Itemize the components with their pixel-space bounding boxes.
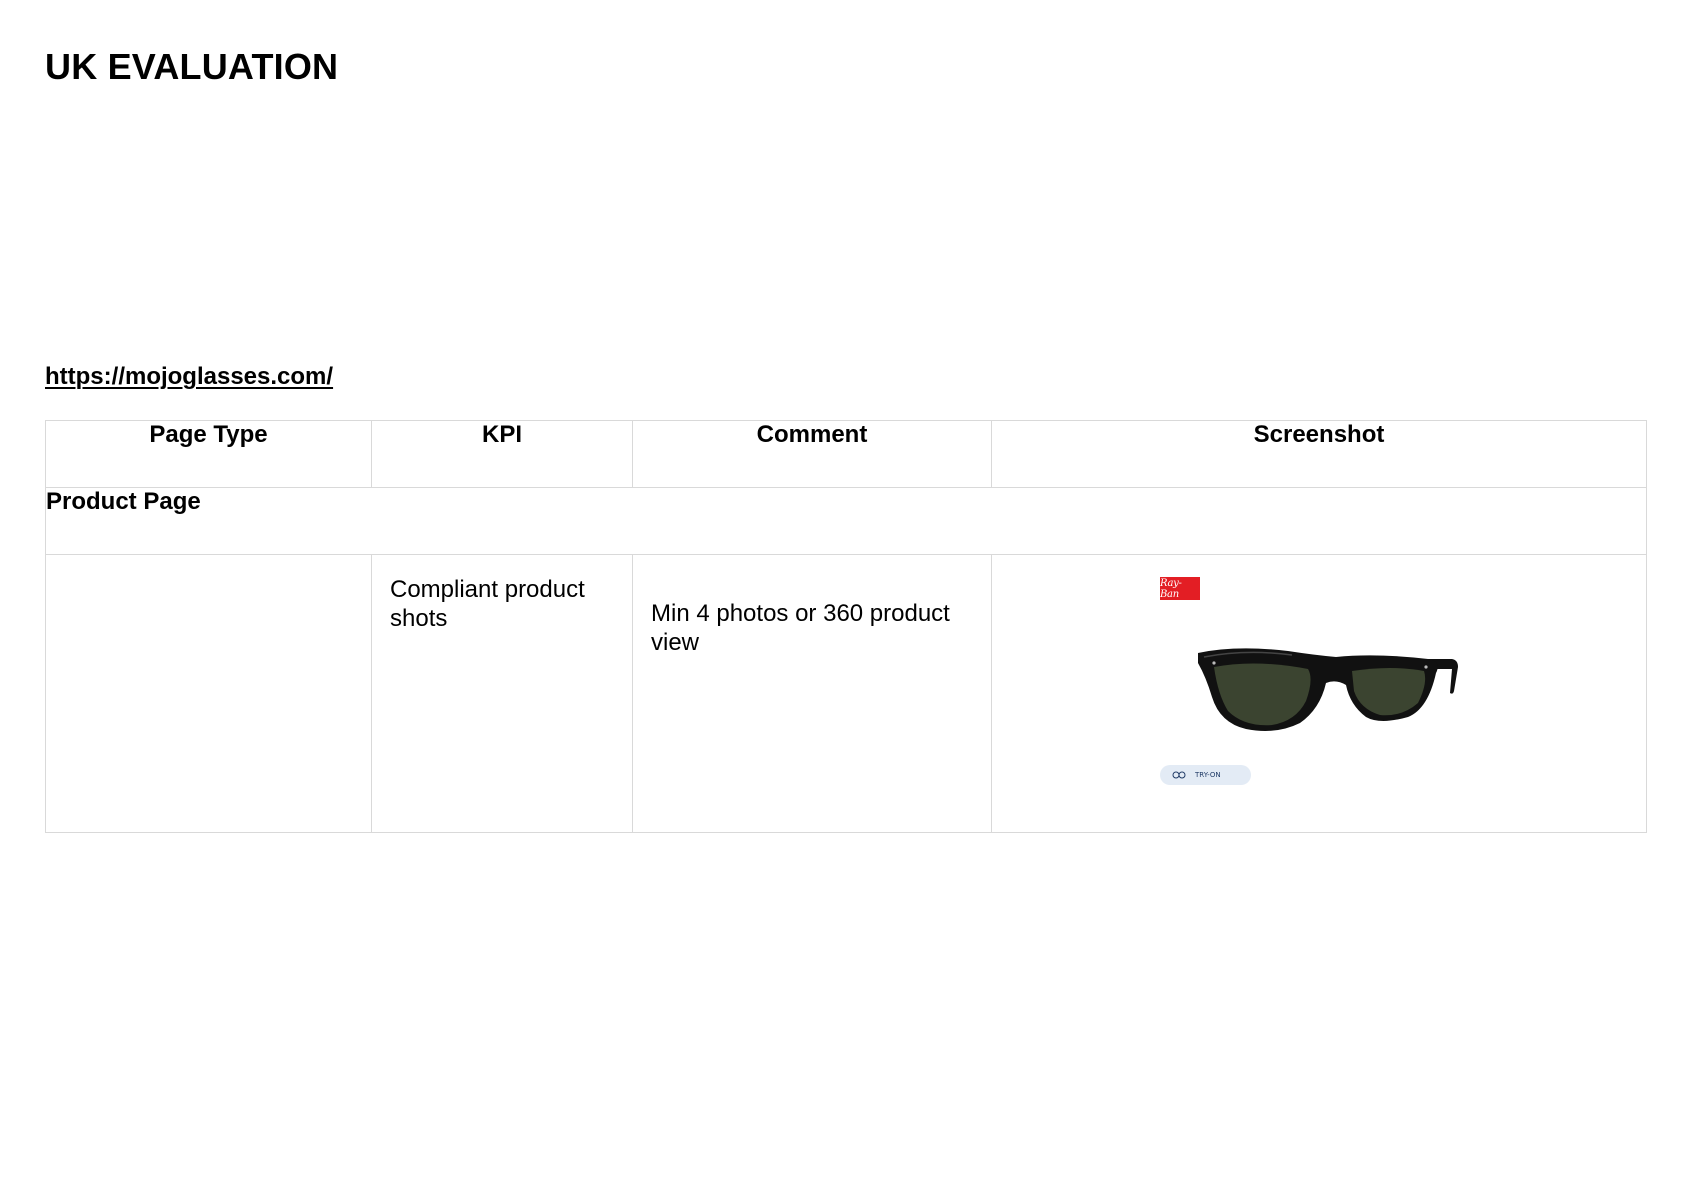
try-on-label: TRY-ON [1195, 771, 1221, 779]
header-screenshot: Screenshot [991, 420, 1647, 488]
cell-kpi: Compliant product shots [371, 554, 633, 833]
product-screenshot: Ray-Ban TRY-ON [1160, 577, 1460, 807]
site-link[interactable]: https://mojoglasses.com/ [45, 363, 333, 391]
evaluation-table: Page Type KPI Comment Screenshot Product… [45, 420, 1647, 833]
header-comment: Comment [632, 420, 992, 488]
try-on-button[interactable]: TRY-ON [1160, 765, 1251, 785]
sunglasses-image [1198, 648, 1458, 731]
cell-screenshot: Ray-Ban TRY-ON [991, 554, 1647, 833]
page-title: UK EVALUATION [45, 46, 339, 87]
section-title: Product Page [45, 487, 1647, 555]
cell-comment: Min 4 photos or 360 product view [632, 554, 992, 833]
table-header-row: Page Type KPI Comment Screenshot [45, 420, 1647, 488]
section-row: Product Page [45, 487, 1647, 555]
header-page-type: Page Type [45, 420, 372, 488]
brand-logo: Ray-Ban [1160, 577, 1200, 600]
header-kpi: KPI [371, 420, 633, 488]
glasses-icon [1172, 771, 1186, 779]
cell-page-type [45, 554, 372, 833]
comment-text: Min 4 photos or 360 product view [651, 600, 950, 656]
table-row: Compliant product shots Min 4 photos or … [45, 554, 1647, 833]
kpi-text: Compliant product shots [390, 576, 585, 632]
